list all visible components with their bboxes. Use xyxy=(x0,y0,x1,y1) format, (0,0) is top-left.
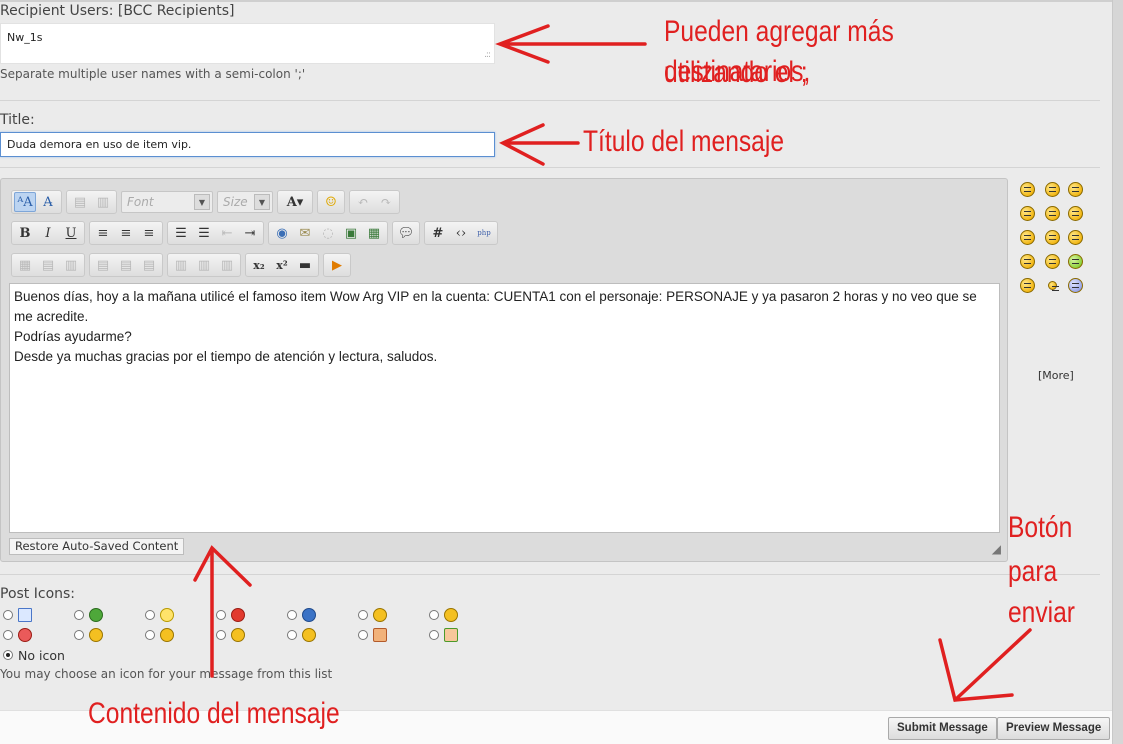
arrow-to-submit xyxy=(938,628,1032,702)
annotation-submit-3: enviar xyxy=(1008,596,1076,629)
annotation-submit-1: Botón xyxy=(1008,511,1073,544)
arrow-to-title xyxy=(499,123,580,166)
arrow-to-content xyxy=(193,545,252,678)
annotation-title: Título del mensaje xyxy=(583,125,785,158)
annotation-content: Contenido del mensaje xyxy=(88,697,340,730)
annotation-submit-2: para xyxy=(1008,555,1058,588)
arrow-to-recipients xyxy=(495,24,647,64)
annotation-recipients-2: utilizando el ; xyxy=(664,56,808,89)
annotation-arrows xyxy=(193,24,1032,702)
